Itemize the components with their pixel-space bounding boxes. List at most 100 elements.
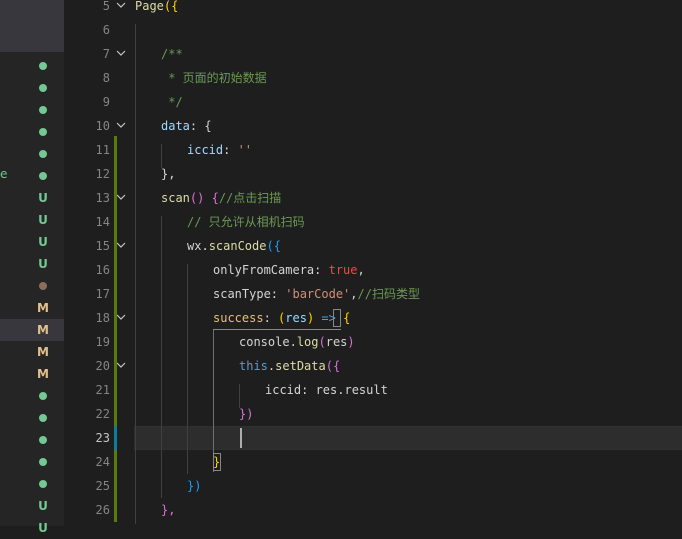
- git-status-dot: [32, 143, 54, 165]
- code-line-21[interactable]: iccid: res.result: [265, 378, 388, 402]
- bracket: ({: [325, 359, 341, 373]
- status-dot-icon: [39, 458, 47, 466]
- property-key: scanType: [213, 287, 271, 301]
- boolean-value: true: [328, 263, 358, 277]
- code-line-9[interactable]: */: [161, 90, 182, 114]
- comment: //扫码类型: [357, 287, 420, 301]
- bracket: }): [187, 479, 202, 493]
- git-status-letter: M: [32, 319, 54, 341]
- fold-chevron-icon[interactable]: [116, 306, 128, 330]
- bracket: ): [347, 335, 355, 349]
- indent-guide: [161, 216, 162, 498]
- bracket: (): [189, 191, 205, 205]
- code-line-24[interactable]: }: [213, 450, 220, 474]
- line-number: 25: [95, 479, 110, 493]
- code-line-12[interactable]: },: [161, 162, 175, 186]
- object-name: console: [239, 335, 290, 349]
- git-status-dot: [32, 55, 54, 77]
- status-dot-icon: [39, 480, 47, 488]
- git-status-letter: M: [32, 341, 54, 363]
- fold-chevron-icon[interactable]: [116, 186, 128, 210]
- bracket: ({: [163, 0, 179, 13]
- code-line-22[interactable]: }): [239, 402, 253, 426]
- git-status-dot: [32, 275, 54, 297]
- status-letter: M: [37, 345, 49, 359]
- code-line-26[interactable]: },: [161, 498, 175, 522]
- code-line-13[interactable]: scan() {//点击扫描: [161, 186, 281, 210]
- comment: //点击扫描: [218, 191, 282, 205]
- code-line-20[interactable]: this.setData({: [239, 354, 340, 378]
- git-status-letter: U: [32, 209, 54, 231]
- punctuation: },: [161, 167, 176, 181]
- comment: // 只允许从相机扫码: [187, 215, 305, 229]
- explorer-selected-item[interactable]: [0, 0, 64, 52]
- code-line-11[interactable]: iccid: '': [187, 138, 252, 162]
- punctuation: :: [223, 143, 238, 157]
- status-dot-icon: [39, 172, 47, 180]
- arrow-operator: =>: [314, 311, 344, 325]
- code-line-7[interactable]: /**: [161, 42, 183, 66]
- line-number: 5: [102, 0, 110, 13]
- this-keyword: this: [239, 359, 268, 373]
- status-dot-icon: [39, 392, 47, 400]
- punctuation: ,: [350, 287, 358, 301]
- bracket: {: [204, 191, 219, 205]
- punctuation: : {: [189, 119, 212, 133]
- status-dot-icon: [39, 62, 47, 70]
- code-line-14[interactable]: // 只允许从相机扫码: [187, 210, 305, 234]
- status-letter: U: [38, 257, 48, 271]
- fold-chevron-icon[interactable]: [116, 42, 128, 66]
- status-dot-icon: [39, 150, 47, 158]
- property-key: onlyFromCamera: [213, 263, 315, 277]
- git-added-bar[interactable]: [114, 136, 117, 522]
- bracket: (: [318, 335, 326, 349]
- code-line-19[interactable]: console.log(res): [239, 330, 355, 354]
- code-line-15[interactable]: wx.scanCode({: [187, 234, 281, 258]
- code-line-17[interactable]: scanType: 'barCode',//扫码类型: [213, 282, 420, 306]
- line-number: 16: [95, 263, 110, 277]
- code-line-18[interactable]: success: (res) => {: [213, 306, 350, 330]
- fold-chevron-icon[interactable]: [116, 0, 128, 18]
- line-number: 20: [95, 359, 110, 373]
- status-letter: M: [37, 323, 49, 337]
- status-letter: U: [38, 521, 48, 535]
- code-line-16[interactable]: onlyFromCamera: true,: [213, 258, 365, 282]
- indent-guide: [135, 24, 136, 524]
- property-key: success: [213, 311, 264, 325]
- line-number: 14: [95, 215, 110, 229]
- bracket: },: [161, 503, 176, 517]
- status-dot-icon: [39, 84, 47, 92]
- git-status-letter: U: [32, 517, 54, 539]
- function-name: setData: [275, 359, 326, 373]
- fold-chevron-icon[interactable]: [116, 234, 128, 258]
- status-letter: M: [37, 301, 49, 315]
- line-number: 23: [95, 431, 110, 445]
- status-dot-icon: [39, 128, 47, 136]
- git-modified-bar[interactable]: [114, 426, 117, 450]
- fold-chevron-icon[interactable]: [116, 354, 128, 378]
- git-status-dot: [32, 385, 54, 407]
- fold-chevron-icon[interactable]: [116, 114, 128, 138]
- code-line-10[interactable]: data: {: [161, 114, 212, 138]
- explorer-sidebar: e UUUUMMMMUU: [0, 0, 64, 535]
- object-name: wx: [187, 239, 202, 253]
- parameter: res: [285, 311, 307, 325]
- function-name: scanCode: [208, 239, 267, 253]
- bracket: }): [239, 407, 254, 421]
- code-line-8[interactable]: * 页面的初始数据: [161, 66, 266, 90]
- code-line-5[interactable]: Page({: [135, 0, 178, 18]
- line-number: 12: [95, 167, 110, 181]
- page-identifier: Page: [135, 0, 164, 13]
- status-letter: U: [38, 191, 48, 205]
- bracket: {: [343, 311, 351, 325]
- bracket: ({: [266, 239, 281, 253]
- indent-guide: [187, 264, 188, 474]
- git-status-letter: U: [32, 253, 54, 275]
- argument: res: [325, 335, 348, 349]
- explorer-file-label-fragment[interactable]: e: [0, 166, 7, 182]
- code-line-25[interactable]: }): [187, 474, 201, 498]
- line-number: 6: [102, 23, 110, 37]
- property-key: iccid: [187, 143, 224, 157]
- git-status-dot: [32, 451, 54, 473]
- git-status-dot: [32, 429, 54, 451]
